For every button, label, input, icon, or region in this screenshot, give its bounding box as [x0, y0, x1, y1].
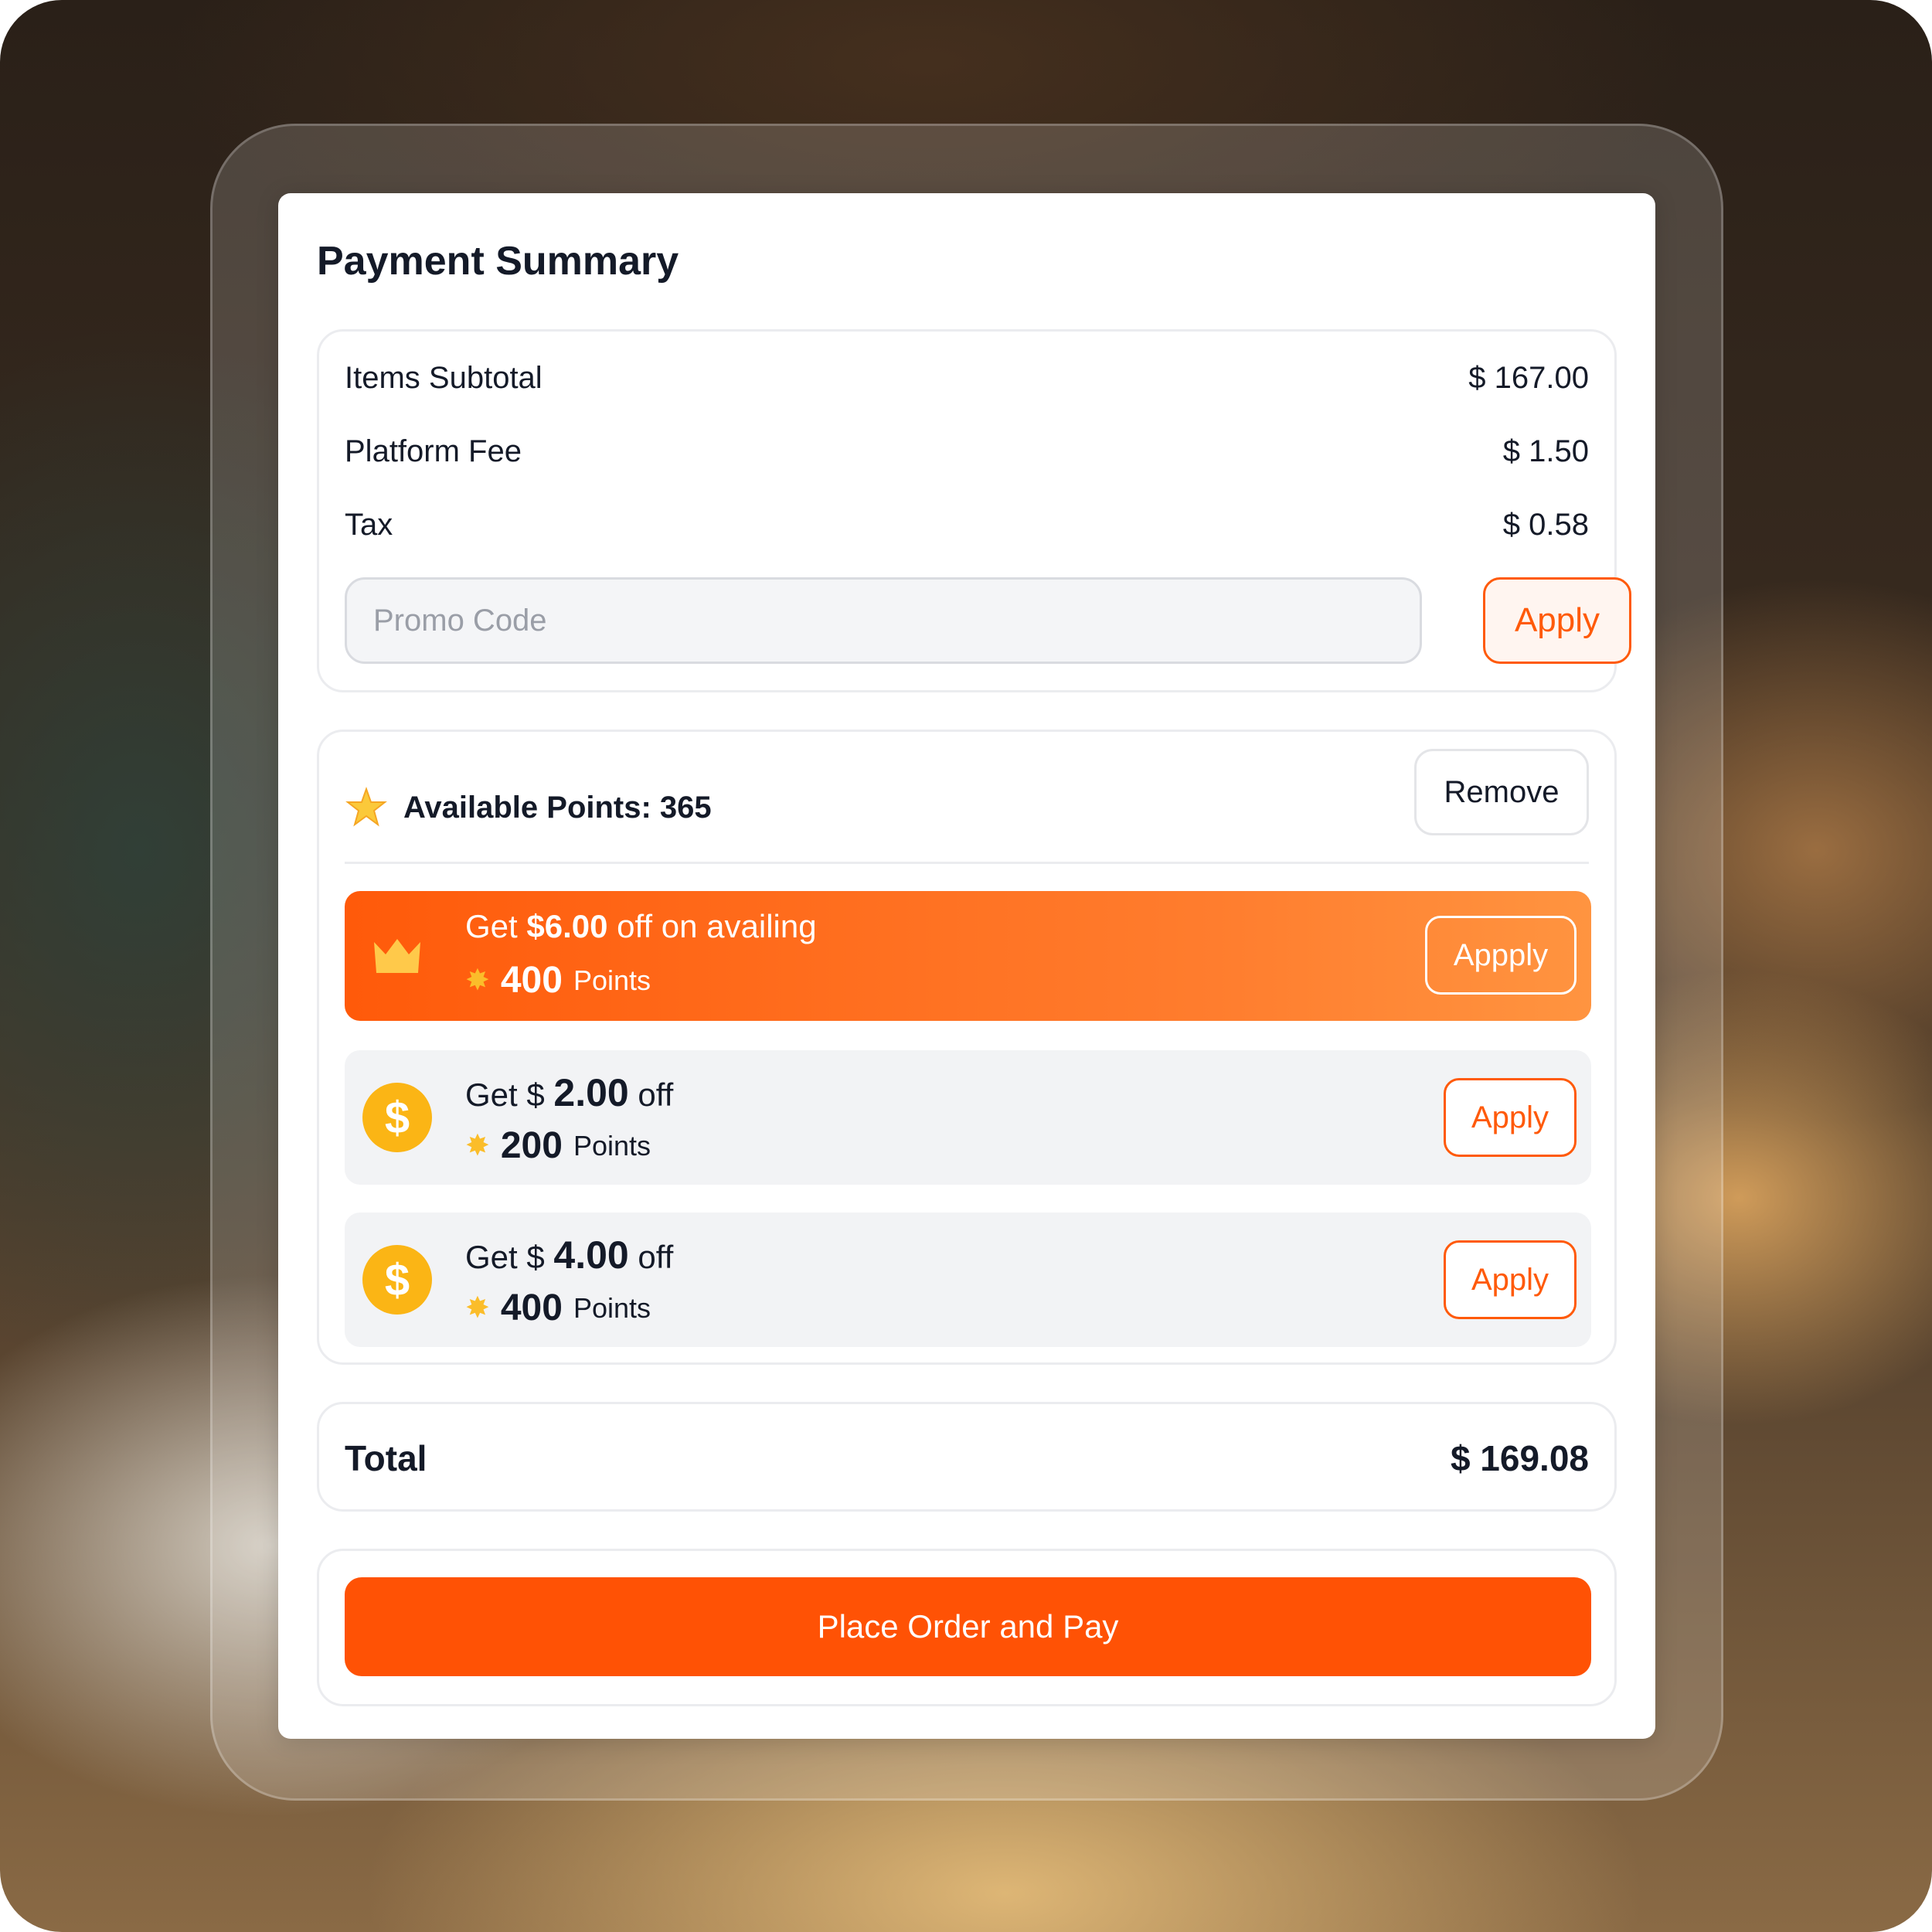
offer-points: ✸ 200 Points [465, 1124, 651, 1167]
points-section: Available Points: 365 Remove Get $6.00 o… [317, 730, 1617, 1365]
offer-card: $ Get $ 2.00 off ✸ 200 Points Apply [345, 1050, 1591, 1185]
offer-suffix: off [628, 1239, 674, 1275]
dollar-coin-icon: $ [362, 1244, 433, 1315]
star-icon: ✸ [465, 1130, 490, 1162]
available-points-label: Available Points: 365 [403, 790, 712, 825]
place-order-button[interactable]: Place Order and Pay [345, 1577, 1591, 1676]
offer-prefix: Get [465, 908, 527, 944]
offer-title: Get $ 2.00 off [465, 1070, 673, 1115]
summary-section: Items Subtotal $ 167.00 Platform Fee $ 1… [317, 329, 1631, 692]
cta-section: Place Order and Pay [317, 1549, 1617, 1706]
divider [345, 862, 1589, 864]
summary-label: Platform Fee [345, 434, 522, 468]
apply-offer-button[interactable]: Apply [1444, 1078, 1577, 1157]
offer-card: $ Get $ 4.00 off ✸ 400 Points Apply [345, 1213, 1591, 1347]
offer-points-value: 400 [500, 1287, 563, 1328]
total-section: Total $ 169.08 [317, 1402, 1617, 1512]
offer-prefix: Get $ [465, 1239, 554, 1275]
summary-label: Tax [345, 507, 393, 542]
offer-suffix: off [628, 1077, 674, 1113]
star-icon [345, 786, 387, 827]
total-value: $ 169.08 [1450, 1438, 1589, 1478]
offer-amount: $6.00 [526, 908, 608, 944]
page-title: Payment Summary [317, 239, 679, 284]
summary-row-tax: Tax $ 0.58 [345, 502, 1589, 548]
offer-points-word: Points [573, 1129, 651, 1162]
dollar-coin-icon: $ [362, 1082, 433, 1153]
summary-value: $ 0.58 [1502, 507, 1589, 542]
summary-value: $ 1.50 [1502, 434, 1589, 468]
offer-points-word: Points [573, 1291, 651, 1324]
offer-card-featured: Get $6.00 off on availing ✸ 400 Points A… [345, 891, 1591, 1021]
offer-points-value: 400 [500, 960, 563, 1001]
total-label: Total [345, 1438, 427, 1478]
apply-offer-button[interactable]: Apply [1444, 1240, 1577, 1319]
offer-title: Get $ 4.00 off [465, 1233, 673, 1277]
offer-points: ✸ 400 Points [465, 959, 651, 1002]
summary-row-subtotal: Items Subtotal $ 167.00 [345, 355, 1589, 401]
offer-title: Get $6.00 off on availing [465, 908, 817, 945]
star-icon: ✸ [465, 964, 490, 997]
offer-amount: 2.00 [553, 1071, 629, 1114]
star-icon: ✸ [465, 1292, 490, 1325]
summary-value: $ 167.00 [1468, 360, 1589, 395]
crown-icon [362, 920, 433, 992]
offer-prefix: Get $ [465, 1077, 554, 1113]
summary-row-platform-fee: Platform Fee $ 1.50 [345, 428, 1589, 474]
available-points: Available Points: 365 [345, 777, 712, 838]
total-row: Total $ 169.08 [345, 1434, 1589, 1483]
apply-offer-button[interactable]: Appply [1425, 916, 1577, 995]
remove-points-button[interactable]: Remove [1414, 749, 1589, 835]
apply-promo-button[interactable]: Apply [1483, 577, 1631, 664]
offer-amount: 4.00 [553, 1233, 629, 1277]
offer-suffix: off on availing [607, 908, 817, 944]
offer-points: ✸ 400 Points [465, 1287, 651, 1329]
offer-points-word: Points [573, 964, 651, 996]
offer-points-value: 200 [500, 1125, 563, 1166]
summary-label: Items Subtotal [345, 360, 543, 395]
promo-code-input[interactable] [345, 577, 1422, 664]
payment-summary-card: Payment Summary Items Subtotal $ 167.00 … [278, 193, 1655, 1739]
